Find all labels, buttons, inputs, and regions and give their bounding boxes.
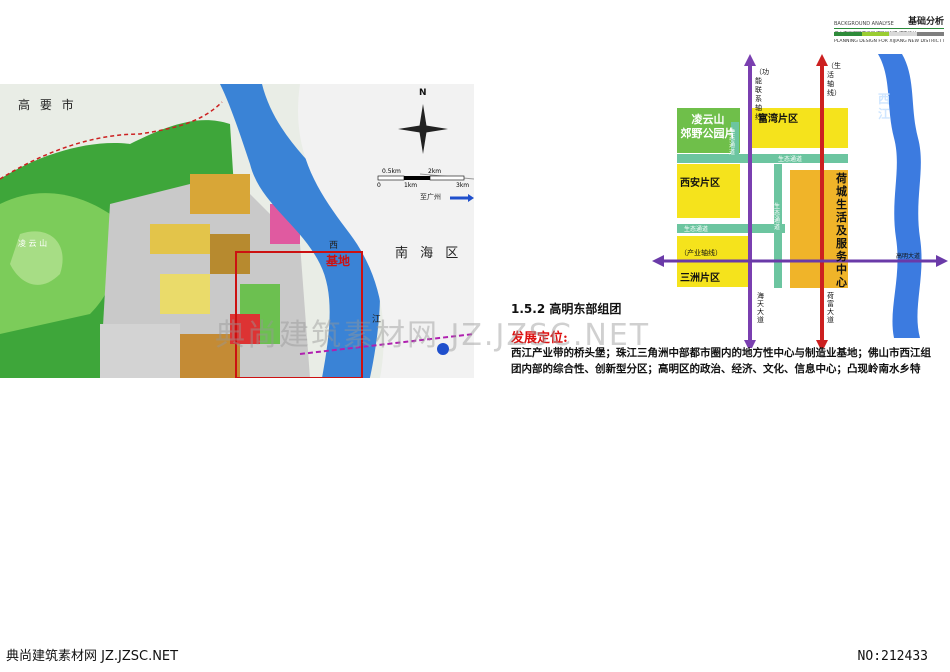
scale-3: 3km (456, 182, 470, 189)
zone-heyun: 荷城生活及服务中心 (836, 172, 847, 289)
footer-left: 典尚建筑素材网 JZ.JZSC.NET (6, 649, 179, 664)
eco-corridor-4: 生态通道 (684, 226, 709, 233)
func-axis-label: （功能联系轴线） (755, 68, 769, 121)
life-axis-label: （生活轴线） (827, 62, 841, 97)
map-label-gaoyao: 高 要 市 (18, 98, 77, 112)
map-label-site: 基地 (326, 254, 351, 268)
header-color-bar (834, 32, 944, 36)
scale-2: 2km (428, 168, 442, 175)
road-hefu: 荷富大道 (827, 292, 834, 324)
structure-diagram: 凌云山 郊野公园片 富湾片区 西安片区 （产业轴线） 三洲片区 荷城生活及服务中… (650, 48, 950, 352)
road-haitian: 海天大道 (757, 292, 764, 324)
north-label: N (419, 88, 427, 98)
header-en-title: BACKGROUND ANALYSE (834, 21, 894, 27)
header-subtitle-en: PLANNING DESIGN FOR XIJIANG NEW DISTRICT… (834, 39, 944, 44)
scale-0: 0 (377, 182, 381, 189)
diagram-graphic (652, 54, 948, 352)
eco-corridor-2: 生态通道 (778, 156, 803, 163)
map-label-to-guangzhou: 至广州 (420, 193, 441, 201)
map-label-xi: 西 (329, 241, 339, 251)
watermark: 典尚建筑素材网 JZ.JZSC.NET (215, 318, 651, 353)
zone-lingyun-line1: 凌云山 (691, 113, 725, 126)
zone-xian: 西安片区 (680, 178, 720, 189)
eco-corridor-1: 生态通道 (729, 128, 736, 156)
zone-sanzhou: 三洲片区 (680, 273, 720, 284)
header-zh-title: 基础分析 (907, 17, 944, 27)
map-label-nanhai: 南 海 区 (395, 246, 463, 261)
header-block: BACKGROUND ANALYSE 基础分析 佛山市高明区西江新城区规划及城市… (834, 14, 944, 44)
eco-corridor-3: 生态通道 (774, 203, 781, 231)
map-label-lingyun: 凌 云 山 (18, 239, 48, 248)
road-gaoming: 高明大道 (896, 253, 921, 260)
footer-right: NO:212433 (857, 649, 928, 664)
scale-05: 0.5km (382, 168, 401, 175)
river-xijiang: 西江 (878, 92, 891, 121)
industry-axis-label: （产业轴线） (680, 249, 722, 257)
scale-1: 1km (404, 182, 418, 189)
